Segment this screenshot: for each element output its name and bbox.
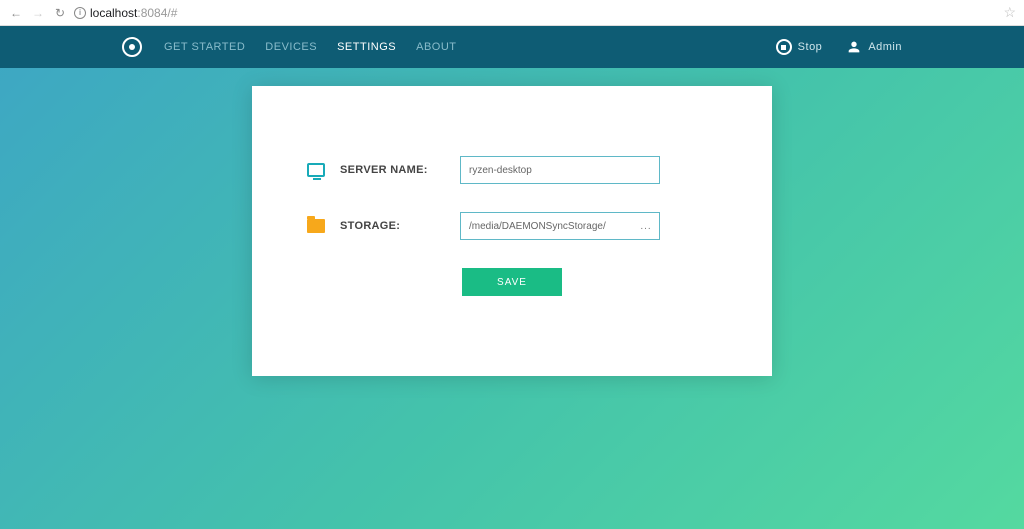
nav-get-started[interactable]: GET STARTED: [164, 41, 245, 53]
url-port: :8084/#: [137, 6, 177, 20]
browser-address-bar: ← → ↻ i localhost:8084/# ☆: [0, 0, 1024, 26]
forward-button[interactable]: →: [30, 6, 46, 20]
stop-button[interactable]: Stop: [798, 41, 823, 53]
server-name-label: SERVER NAME:: [340, 164, 460, 176]
user-icon[interactable]: [846, 39, 862, 55]
monitor-icon: [307, 163, 325, 177]
browse-button[interactable]: ...: [636, 217, 656, 235]
app-header: GET STARTED DEVICES SETTINGS ABOUT Stop …: [0, 26, 1024, 68]
nav-about[interactable]: ABOUT: [416, 41, 456, 53]
admin-label[interactable]: Admin: [868, 41, 902, 53]
folder-icon: [307, 219, 325, 233]
settings-card: SERVER NAME: STORAGE: ... SAVE: [252, 86, 772, 376]
storage-input[interactable]: [460, 212, 660, 240]
nav-devices[interactable]: DEVICES: [265, 41, 317, 53]
storage-row: STORAGE: ...: [302, 212, 722, 240]
server-name-row: SERVER NAME:: [302, 156, 722, 184]
app-logo-icon[interactable]: [122, 37, 142, 57]
storage-label: STORAGE:: [340, 220, 460, 232]
stop-icon[interactable]: [776, 39, 792, 55]
nav-settings[interactable]: SETTINGS: [337, 41, 396, 53]
site-info-icon[interactable]: i: [74, 7, 86, 19]
save-button[interactable]: SAVE: [462, 268, 562, 296]
url-host[interactable]: localhost: [90, 6, 137, 20]
bookmark-star-icon[interactable]: ☆: [1003, 4, 1016, 21]
reload-button[interactable]: ↻: [52, 6, 68, 20]
server-name-input[interactable]: [460, 156, 660, 184]
page-background: GET STARTED DEVICES SETTINGS ABOUT Stop …: [0, 26, 1024, 529]
back-button[interactable]: ←: [8, 6, 24, 20]
